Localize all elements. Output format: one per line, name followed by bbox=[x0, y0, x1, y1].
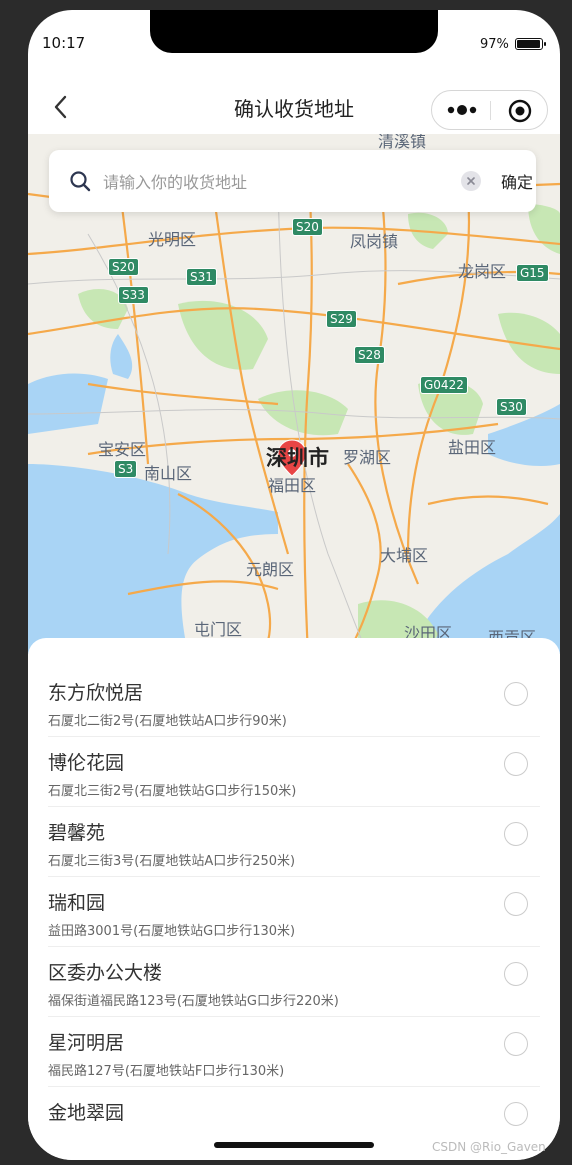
map-district-label: 罗湖区 bbox=[343, 448, 392, 467]
highway-shield: G0422 bbox=[420, 376, 468, 394]
map-district-label: 宝安区 bbox=[98, 440, 147, 459]
select-radio[interactable] bbox=[504, 962, 528, 986]
address-detail: 石厦北二街2号(石厦地铁站A口步行90米) bbox=[48, 714, 287, 729]
home-indicator bbox=[214, 1142, 374, 1148]
miniprogram-capsule bbox=[431, 90, 548, 130]
address-detail: 福民路127号(石厦地铁站F口步行130米) bbox=[48, 1064, 285, 1079]
address-name: 星河明居 bbox=[48, 1032, 125, 1054]
highway-shield: G15 bbox=[516, 264, 549, 282]
address-detail: 福保街道福民路123号(石厦地铁站G口步行220米) bbox=[48, 994, 339, 1009]
select-radio[interactable] bbox=[504, 1102, 528, 1126]
search-bar: 确定 bbox=[49, 150, 536, 212]
select-radio[interactable] bbox=[504, 1032, 528, 1056]
map-district-label: 南山区 bbox=[144, 464, 193, 483]
list-item[interactable]: 博伦花园石厦北三街2号(石厦地铁站G口步行150米) bbox=[48, 736, 540, 807]
list-item[interactable]: 瑞和园益田路3001号(石厦地铁站G口步行130米) bbox=[48, 876, 540, 947]
phone-screen: 10:17 97% 确认收货地址 光明区 凤岗镇 龙岗区 宝安区 南山区 罗湖区… bbox=[28, 10, 560, 1160]
highway-shield: S20 bbox=[292, 218, 323, 236]
map-city-label: 深圳市 bbox=[266, 446, 329, 470]
map-district-label: 屯门区 bbox=[194, 620, 243, 639]
watermark: CSDN @Rio_Gaven bbox=[432, 1140, 546, 1154]
notch bbox=[150, 10, 438, 53]
list-item[interactable]: 星河明居福民路127号(石厦地铁站F口步行130米) bbox=[48, 1016, 540, 1087]
highway-shield: S28 bbox=[354, 346, 385, 364]
highway-shield: S33 bbox=[118, 286, 149, 304]
map-district-label: 光明区 bbox=[148, 230, 197, 249]
select-radio[interactable] bbox=[504, 822, 528, 846]
address-name: 金地翠园 bbox=[48, 1102, 125, 1124]
map-district-label: 凤岗镇 bbox=[350, 232, 399, 251]
list-item[interactable]: 东方欣悦居石厦北二街2号(石厦地铁站A口步行90米) bbox=[48, 666, 540, 737]
address-detail: 益田路3001号(石厦地铁站G口步行130米) bbox=[48, 924, 296, 939]
map-district-label: 大埔区 bbox=[380, 546, 429, 565]
select-radio[interactable] bbox=[504, 892, 528, 916]
highway-shield: S20 bbox=[108, 258, 139, 276]
highway-shield: S3 bbox=[114, 460, 138, 478]
clear-button[interactable] bbox=[461, 171, 481, 191]
highway-shield: S29 bbox=[326, 310, 357, 328]
battery-icon bbox=[515, 38, 546, 50]
address-name: 博伦花园 bbox=[48, 752, 125, 774]
close-target-icon bbox=[508, 99, 532, 123]
status-time: 10:17 bbox=[42, 34, 86, 52]
address-detail: 石厦北三街3号(石厦地铁站A口步行250米) bbox=[48, 854, 296, 869]
map-district-label: 元朗区 bbox=[246, 560, 295, 579]
address-name: 东方欣悦居 bbox=[48, 682, 144, 704]
more-dots-icon bbox=[447, 105, 477, 115]
clear-x-icon bbox=[467, 177, 475, 185]
search-input[interactable] bbox=[101, 165, 435, 199]
map-district-label: 龙岗区 bbox=[458, 262, 507, 281]
highway-shield: S30 bbox=[496, 398, 527, 416]
confirm-button[interactable]: 确定 bbox=[501, 169, 533, 193]
map-district-label: 盐田区 bbox=[448, 438, 497, 457]
navigation-bar: 确认收货地址 bbox=[28, 80, 560, 134]
address-list: 东方欣悦居 石厦北二街2号(石厦地铁站A口步行90米) 博伦花园 石厦北三街2号(石厦… bbox=[28, 638, 560, 1160]
close-button[interactable] bbox=[508, 99, 532, 123]
address-name: 瑞和园 bbox=[48, 892, 106, 914]
map-view[interactable]: 光明区 凤岗镇 龙岗区 宝安区 南山区 罗湖区 盐田区 深圳市 福田区 元朗区 … bbox=[28, 134, 560, 654]
address-name: 区委办公大楼 bbox=[48, 962, 163, 984]
select-radio[interactable] bbox=[504, 752, 528, 776]
list-item[interactable]: 碧馨苑石厦北三街3号(石厦地铁站A口步行250米) bbox=[48, 806, 540, 877]
address-detail: 石厦北三街2号(石厦地铁站G口步行150米) bbox=[48, 784, 297, 799]
highway-shield: S31 bbox=[186, 268, 217, 286]
battery-percent: 97% bbox=[480, 37, 509, 52]
list-item[interactable]: 区委办公大楼福保街道福民路123号(石厦地铁站G口步行220米) bbox=[48, 946, 540, 1017]
select-radio[interactable] bbox=[504, 682, 528, 706]
search-icon bbox=[70, 171, 91, 192]
address-name: 碧馨苑 bbox=[48, 822, 106, 844]
more-button[interactable] bbox=[446, 100, 486, 120]
map-district-label: 福田区 bbox=[268, 476, 317, 495]
capsule-divider bbox=[490, 101, 491, 120]
